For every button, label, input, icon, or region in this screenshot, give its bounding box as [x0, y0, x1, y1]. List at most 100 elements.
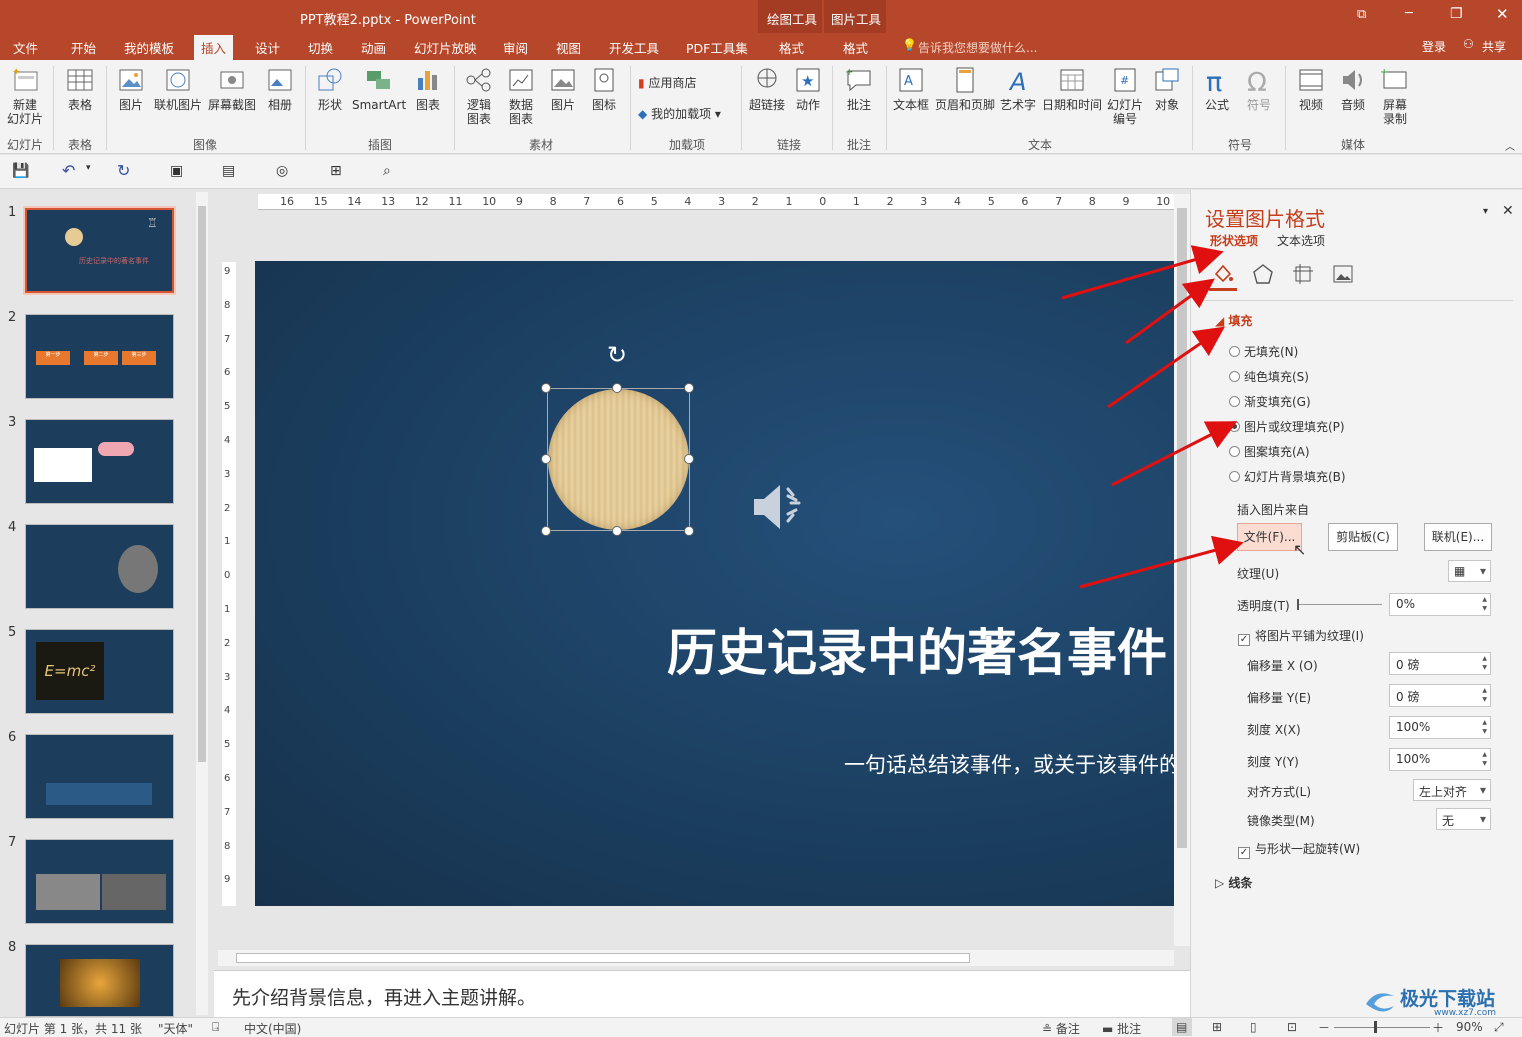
equation-button[interactable]: π 公式	[1198, 66, 1236, 112]
slide-title[interactable]: 历史记录中的著名事件	[667, 613, 1167, 685]
transparency-input[interactable]: 0%	[1389, 593, 1491, 616]
pane-close-icon[interactable]: ✕	[1502, 203, 1514, 219]
slide-thumbnail-3[interactable]	[25, 419, 174, 504]
offset-x-input[interactable]: 0 磅	[1389, 652, 1491, 675]
online-button[interactable]: 联机(E)...	[1424, 523, 1492, 551]
alignment-select[interactable]: 左上对齐	[1413, 779, 1491, 801]
solid-fill-radio[interactable]: 纯色填充(S)	[1229, 368, 1309, 385]
language[interactable]: 中文(中国)	[244, 1020, 301, 1037]
picture-texture-fill-radio[interactable]: 图片或纹理填充(P)	[1229, 418, 1345, 435]
resize-handle[interactable]	[684, 454, 694, 464]
spellcheck-icon[interactable]: ⍈	[212, 1020, 219, 1035]
slide-thumbnail-1[interactable]: 历史记录中的著名事件 ♖	[23, 206, 176, 295]
action-button[interactable]: ★ 动作	[790, 66, 826, 112]
my-addins-button[interactable]: ◆ 我的加载项 ▾	[638, 105, 721, 122]
video-button[interactable]: 视频	[1292, 66, 1330, 112]
fill-section-header[interactable]: ◢ 填充	[1215, 312, 1252, 329]
ribbon-display-options-button[interactable]: ⧉	[1357, 7, 1366, 22]
rotate-with-shape-checkbox[interactable]: ✓ 与形状一起旋转(W)	[1238, 840, 1360, 859]
smartart-button[interactable]: SmartArt	[352, 66, 406, 112]
slideshow-icon[interactable]: ⊞	[330, 163, 342, 179]
slide-thumbnail-5[interactable]: E=mc²	[25, 629, 174, 714]
offset-y-input[interactable]: 0 磅	[1389, 684, 1491, 707]
comments-toggle[interactable]: ▬ 批注	[1102, 1020, 1141, 1037]
resize-handle[interactable]	[684, 383, 694, 393]
audio-button[interactable]: 音频	[1334, 66, 1372, 112]
thumb-scrollbar[interactable]	[196, 192, 208, 1015]
speaker-icon[interactable]	[750, 479, 814, 535]
material-picture-button[interactable]: 图片	[545, 66, 581, 112]
slide-canvas[interactable]: ↻ 历史记录中的著名事件 一句话总结该事件，或关于该事件的	[255, 261, 1174, 906]
slide-thumbnail-7[interactable]	[25, 839, 174, 924]
wordart-button[interactable]: A 艺术字	[998, 66, 1038, 112]
transparency-slider[interactable]	[1298, 604, 1382, 605]
preview-icon[interactable]: ⌕	[383, 163, 391, 179]
slide-thumbnail-4[interactable]	[25, 524, 174, 609]
maximize-button[interactable]: ❐	[1450, 6, 1463, 22]
tab-pdf-tools[interactable]: PDF工具集	[686, 38, 748, 57]
icon-button[interactable]: 图标	[586, 66, 622, 112]
tab-my-templates[interactable]: 我的模板	[124, 38, 174, 57]
app-store-button[interactable]: ▮ 应用商店	[638, 74, 696, 91]
vertical-scroll-thumb[interactable]	[1177, 208, 1187, 848]
minimize-button[interactable]: ─	[1405, 6, 1413, 21]
effects-pentagon-icon[interactable]	[1251, 262, 1275, 286]
slide-sorter-icon[interactable]: ⊞	[1212, 1020, 1222, 1034]
resize-handle[interactable]	[684, 526, 694, 536]
scale-y-input[interactable]: 100%	[1389, 748, 1491, 771]
zoom-slider[interactable]	[1334, 1027, 1430, 1028]
tab-animations[interactable]: 动画	[361, 38, 386, 57]
new-slide-button[interactable]: ✦ 新建 幻灯片	[2, 66, 48, 126]
shapes-button[interactable]: 形状	[310, 66, 350, 112]
mirror-type-select[interactable]: 无	[1436, 808, 1491, 830]
slide-subtitle[interactable]: 一句话总结该事件，或关于该事件的	[844, 749, 1174, 779]
present-icon[interactable]: ◎	[276, 163, 288, 179]
clipboard-button[interactable]: 剪贴板(C)	[1328, 523, 1398, 551]
object-button[interactable]: 对象	[1148, 66, 1186, 112]
size-properties-icon[interactable]	[1291, 262, 1315, 286]
hyperlink-button[interactable]: 超链接	[746, 66, 788, 112]
slide-layout-icon[interactable]: ▣	[170, 163, 183, 179]
tell-me-input[interactable]: 告诉我您想要做什么...	[918, 39, 1037, 56]
resize-handle[interactable]	[612, 383, 622, 393]
slide-thumbnail-2[interactable]: 第一步 第二步 第三步	[25, 314, 174, 399]
tab-drawing-format[interactable]: 格式	[779, 38, 804, 57]
table-button[interactable]: 表格	[60, 66, 100, 112]
fill-line-icon[interactable]	[1211, 262, 1235, 286]
resize-handle[interactable]	[541, 383, 551, 393]
tab-picture-format[interactable]: 格式	[843, 38, 868, 57]
horizontal-scrollbar[interactable]	[218, 950, 1174, 966]
slide-bg-fill-radio[interactable]: 幻灯片背景填充(B)	[1229, 468, 1346, 485]
header-footer-button[interactable]: 页眉和页脚	[933, 66, 997, 112]
pattern-fill-radio[interactable]: 图案填充(A)	[1229, 443, 1310, 460]
textbox-button[interactable]: A 文本框	[890, 66, 932, 112]
rotate-handle-icon[interactable]: ↻	[607, 341, 627, 369]
thumb-scroll-thumb[interactable]	[198, 206, 206, 762]
notes-text[interactable]: 先介绍背景信息，再进入主题讲解。	[232, 983, 536, 1010]
slide-thumbnail-8[interactable]	[25, 944, 174, 1017]
resize-handle[interactable]	[612, 526, 622, 536]
data-chart-button[interactable]: 数据 图表	[502, 66, 540, 126]
tab-review[interactable]: 审阅	[503, 38, 528, 57]
share-button[interactable]: 共享	[1482, 38, 1506, 55]
screenshot-button[interactable]: 屏幕截图	[206, 66, 258, 112]
slide-number-button[interactable]: # 幻灯片 编号	[1104, 66, 1146, 126]
album-button[interactable]: 相册	[260, 66, 300, 112]
collapse-ribbon-icon[interactable]: ︿	[1505, 138, 1515, 153]
textured-circle-shape[interactable]	[548, 389, 689, 530]
slideshow-view-icon[interactable]: ⊡	[1287, 1020, 1297, 1034]
transparency-slider-thumb[interactable]	[1297, 599, 1299, 610]
slide-thumbnail-6[interactable]	[25, 734, 174, 819]
zoom-slider-thumb[interactable]	[1374, 1021, 1377, 1033]
vertical-scrollbar[interactable]	[1174, 194, 1190, 946]
online-picture-button[interactable]: 联机图片	[152, 66, 204, 112]
tab-home[interactable]: 开始	[71, 38, 96, 57]
horizontal-scroll-thumb[interactable]	[236, 953, 970, 963]
datetime-button[interactable]: 日期和时间	[1040, 66, 1104, 112]
tile-texture-checkbox[interactable]: ✓ 将图片平铺为纹理(I)	[1238, 627, 1364, 646]
resize-handle[interactable]	[541, 454, 551, 464]
undo-icon[interactable]: ↶	[62, 161, 75, 180]
redo-icon[interactable]: ↻	[117, 161, 130, 180]
texture-picker[interactable]: ▦	[1448, 560, 1491, 582]
line-section-header[interactable]: ▷ 线条	[1215, 874, 1252, 891]
